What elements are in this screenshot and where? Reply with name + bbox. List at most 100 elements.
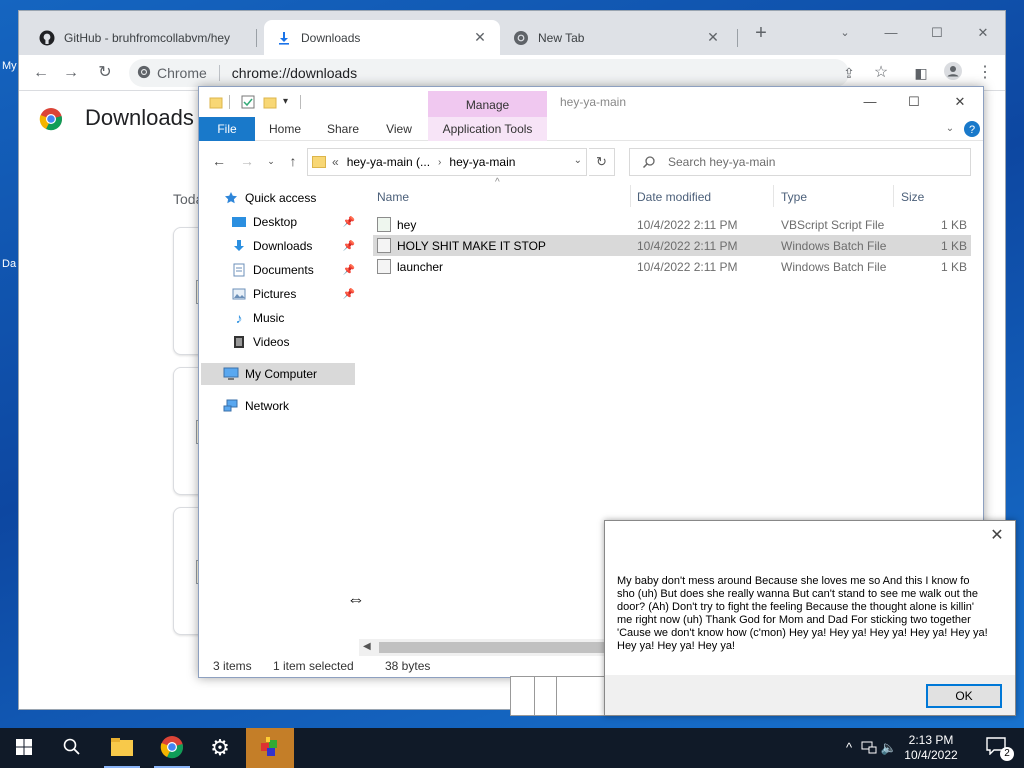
nav-item-pictures[interactable]: Pictures 📌: [231, 283, 355, 305]
nav-item-videos[interactable]: Videos: [231, 331, 355, 353]
omnibox[interactable]: Chrome chrome://downloads: [129, 59, 849, 87]
column-header-type[interactable]: Type: [781, 185, 807, 209]
search-input[interactable]: [668, 155, 948, 169]
taskbar-file-explorer[interactable]: [98, 728, 146, 768]
nav-item-quick-access[interactable]: Quick access: [223, 187, 355, 209]
file-row[interactable]: launcher 10/4/2022 2:11 PM Windows Batch…: [373, 256, 971, 277]
ribbon-tab-file[interactable]: File: [199, 117, 255, 141]
side-panel-icon[interactable]: ◧: [909, 61, 933, 85]
close-icon[interactable]: ✕: [472, 29, 488, 46]
desktop-icon-label[interactable]: Da: [2, 258, 16, 270]
ribbon-tab-application-tools[interactable]: Application Tools: [428, 117, 547, 141]
address-bar[interactable]: « hey-ya-main (... › hey-ya-main ⌄: [307, 148, 587, 176]
nav-item-desktop[interactable]: Desktop 📌: [231, 211, 355, 233]
close-button[interactable]: ✕: [963, 19, 1003, 47]
tab-search-button[interactable]: ⌄: [825, 19, 865, 47]
pin-icon[interactable]: 📌: [343, 241, 355, 252]
help-icon[interactable]: ?: [963, 117, 981, 141]
tab-github[interactable]: GitHub - bruhfromcollabvm/hey: [27, 20, 255, 55]
profile-avatar[interactable]: [941, 61, 965, 85]
ribbon-tab-share[interactable]: Share: [319, 117, 367, 141]
nav-label: Pictures: [253, 287, 297, 301]
scroll-left-icon[interactable]: ◀: [363, 641, 371, 652]
omnibox-separator: [218, 65, 220, 81]
column-header-size[interactable]: Size: [901, 185, 924, 209]
column-header-date[interactable]: Date modified: [637, 185, 711, 209]
manage-contextual-tab[interactable]: Manage: [428, 91, 547, 117]
notification-center-button[interactable]: 2: [986, 737, 1014, 761]
message-box-dialog: ✕ My baby don't mess around Because she …: [604, 520, 1016, 716]
network-icon[interactable]: [860, 738, 878, 758]
pin-icon[interactable]: 📌: [343, 289, 355, 300]
file-size: 1 KB: [940, 217, 967, 232]
desktop-icon-label[interactable]: My: [2, 60, 17, 72]
nav-item-downloads[interactable]: Downloads 📌: [231, 235, 355, 257]
customize-qat-icon[interactable]: ▾: [283, 95, 297, 109]
breadcrumb-item[interactable]: hey-ya-main (...: [347, 155, 430, 169]
desktop-icon: [231, 214, 247, 230]
navigation-pane: Quick access Desktop 📌 Downloads 📌 Docum…: [199, 183, 357, 649]
chrome-icon: [137, 65, 151, 82]
taskbar-chrome[interactable]: [148, 728, 196, 768]
ok-button[interactable]: OK: [926, 684, 1002, 708]
close-button[interactable]: ✕: [937, 91, 983, 113]
tab-new-tab[interactable]: New Tab ✕: [501, 20, 733, 55]
taskbar-script-host[interactable]: [246, 728, 294, 768]
chevron-right-icon[interactable]: ›: [438, 157, 441, 168]
explorer-title-bar: ▾ Manage hey-ya-main — ☐ ✕: [199, 87, 983, 117]
picture-icon: [231, 286, 247, 302]
menu-kebab-icon[interactable]: ⋮: [973, 61, 997, 85]
up-button[interactable]: ↑: [283, 151, 303, 171]
close-icon[interactable]: ✕: [705, 29, 721, 46]
taskbar-settings[interactable]: ⚙: [196, 728, 244, 768]
network-icon: [223, 398, 239, 414]
maximize-button[interactable]: ☐: [917, 19, 957, 47]
search-button[interactable]: [48, 728, 96, 768]
download-icon: [231, 238, 247, 254]
recent-locations-icon[interactable]: ⌄: [261, 151, 281, 171]
file-row[interactable]: hey 10/4/2022 2:11 PM VBScript Script Fi…: [373, 214, 971, 235]
new-folder-icon[interactable]: [263, 95, 277, 109]
ribbon-tab-view[interactable]: View: [375, 117, 423, 141]
nav-item-music[interactable]: ♪ Music: [231, 307, 355, 329]
nav-item-documents[interactable]: Documents 📌: [231, 259, 355, 281]
breadcrumb-item[interactable]: hey-ya-main: [449, 155, 515, 169]
new-tab-button[interactable]: +: [741, 19, 781, 47]
breadcrumb-overflow[interactable]: «: [332, 155, 339, 169]
back-button[interactable]: ←: [209, 151, 229, 171]
chevron-up-icon[interactable]: ^: [840, 738, 858, 758]
forward-button[interactable]: →: [237, 151, 257, 171]
forward-button[interactable]: →: [59, 61, 83, 85]
chevron-down-icon[interactable]: ⌄: [574, 155, 582, 166]
tab-downloads[interactable]: Downloads ✕: [264, 20, 500, 55]
file-type: Windows Batch File: [781, 238, 887, 253]
column-separator[interactable]: [630, 185, 631, 207]
file-size: 1 KB: [940, 238, 967, 253]
file-row[interactable]: HOLY SHIT MAKE IT STOP 10/4/2022 2:11 PM…: [373, 235, 971, 256]
search-box[interactable]: [629, 148, 971, 176]
clock[interactable]: 2:13 PM 10/4/2022: [896, 733, 966, 763]
minimize-button[interactable]: —: [847, 91, 893, 113]
nav-item-network[interactable]: Network: [223, 395, 355, 417]
reload-button[interactable]: ↻: [93, 61, 117, 85]
pin-icon[interactable]: 📌: [343, 217, 355, 228]
file-type: VBScript Script File: [781, 217, 885, 232]
column-header-name[interactable]: Name: [377, 185, 409, 209]
nav-item-my-computer[interactable]: My Computer: [201, 363, 355, 385]
share-icon[interactable]: ⇪: [837, 61, 861, 85]
bookmark-star-icon[interactable]: ☆: [869, 61, 893, 85]
column-header-separator[interactable]: [893, 185, 894, 207]
column-separator[interactable]: [773, 185, 774, 207]
pin-icon[interactable]: 📌: [343, 265, 355, 276]
maximize-button[interactable]: ☐: [891, 91, 937, 113]
tab-strip: GitHub - bruhfromcollabvm/hey Downloads …: [19, 11, 1005, 55]
expand-ribbon-icon[interactable]: ⌄: [941, 117, 959, 141]
close-icon[interactable]: ✕: [987, 526, 1007, 546]
start-button[interactable]: [0, 728, 48, 768]
properties-icon[interactable]: [241, 95, 255, 109]
refresh-button[interactable]: ↻: [589, 148, 615, 176]
ribbon-tab-home[interactable]: Home: [261, 117, 309, 141]
back-button[interactable]: ←: [29, 61, 53, 85]
qat-separator: [229, 95, 230, 109]
minimize-button[interactable]: —: [871, 19, 911, 47]
